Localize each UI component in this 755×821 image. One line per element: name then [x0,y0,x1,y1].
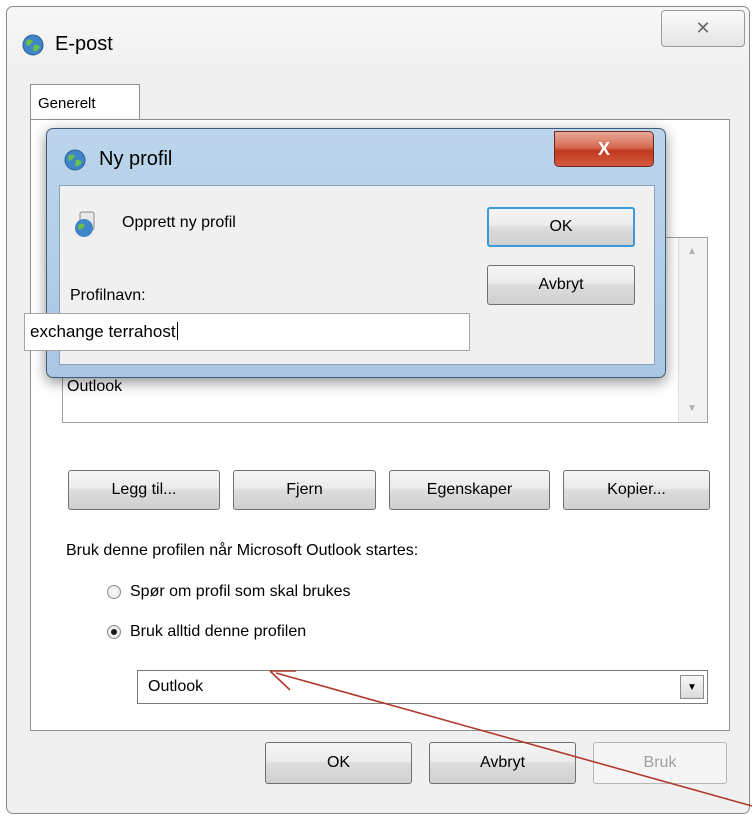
profile-name-label: Profilnavn: [70,287,146,304]
scroll-down-icon[interactable]: ▼ [687,403,697,414]
ok-button[interactable]: OK [265,742,412,784]
text-caret [176,322,178,340]
dialog-title: Ny profil [99,148,173,170]
add-profile-button[interactable]: Legg til... [68,470,220,510]
window-title: E-post [55,33,113,55]
list-item[interactable]: Outlook [67,378,122,396]
title-bar: E-post ✕ [7,7,749,69]
globe-icon [22,34,44,56]
dialog-message: Opprett ny profil [122,214,236,231]
apply-button[interactable]: Bruk [593,742,727,784]
close-button[interactable]: ✕ [661,10,745,47]
close-icon: X [597,138,610,159]
profile-icon [75,211,95,237]
dialog-close-button[interactable]: X [554,131,654,167]
remove-profile-button[interactable]: Fjern [233,470,376,510]
radio-always-label[interactable]: Bruk alltid denne profilen [130,623,306,641]
profile-name-input[interactable]: exchange terrahost [24,313,470,351]
chevron-down-icon[interactable]: ▼ [680,675,704,699]
scroll-up-icon[interactable]: ▲ [687,246,697,257]
copy-profile-button[interactable]: Kopier... [563,470,710,510]
profile-name-value: exchange terrahost [30,322,176,341]
radio-ask-label[interactable]: Spør om profil som skal brukes [130,583,351,601]
cancel-button[interactable]: Avbryt [429,742,576,784]
dialog-ok-button[interactable]: OK [487,207,635,247]
radio-ask-profile[interactable] [107,585,121,599]
globe-icon [64,149,86,171]
startup-heading: Bruk denne profilen når Microsoft Outloo… [66,542,419,559]
close-icon: ✕ [695,18,711,38]
list-scrollbar[interactable]: ▲ ▼ [678,238,707,422]
profile-select[interactable]: Outlook ▼ [137,670,708,704]
properties-button[interactable]: Egenskaper [389,470,550,510]
radio-always-profile[interactable] [107,625,121,639]
dialog-cancel-button[interactable]: Avbryt [487,265,635,305]
tab-generelt[interactable]: Generelt [30,84,140,120]
profile-select-value: Outlook [148,678,204,695]
